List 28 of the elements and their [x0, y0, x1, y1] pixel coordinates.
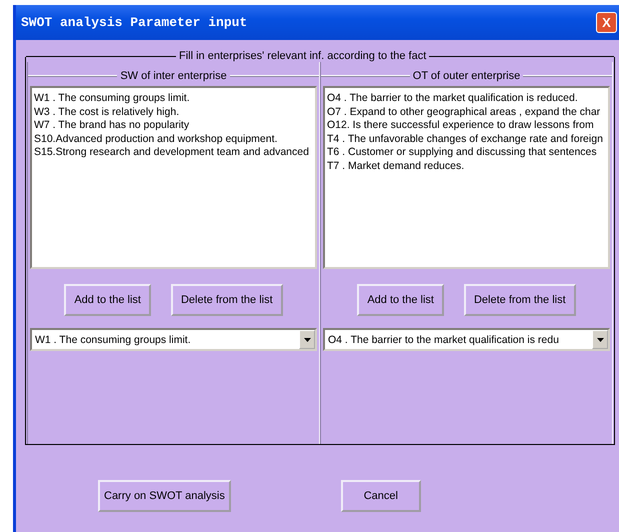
dropdown-arrow-icon[interactable]	[304, 338, 310, 342]
dropdown[interactable]: O4 . The barrier to the market qualification is redu	[323, 328, 610, 351]
close-button[interactable]: X	[596, 12, 617, 33]
list-box[interactable]	[323, 86, 610, 269]
group-title: Fill in enterprises' relevant inf. according to the fact	[179, 50, 426, 62]
list-item[interactable]: T4 . The unfavorable changes of exchange rate and foreign	[327, 132, 603, 146]
dropdown[interactable]: W1 . The consuming groups limit.	[30, 328, 317, 351]
list-button[interactable]: Add to the list	[64, 284, 151, 316]
list-item[interactable]: O7 . Expand to other geographical areas , expand the char	[327, 106, 600, 119]
list-item[interactable]: S15.Strong research and development team and advanced	[34, 146, 309, 160]
panel-title: OT of outer enterprise	[412, 70, 520, 82]
panel-title: SW of inter enterprise	[120, 70, 227, 82]
list-item[interactable]: T6 . Customer or supplying and discussing that sentences	[327, 146, 597, 160]
window-title: SWOT analysis Parameter input	[21, 15, 248, 30]
list-item[interactable]: S10.Advanced production and workshop equipment.	[34, 132, 278, 146]
list-button[interactable]: Delete from the list	[464, 284, 576, 316]
list-item[interactable]: W7 . The brand has no popularity	[34, 119, 190, 132]
list-button[interactable]: Delete from the list	[170, 284, 283, 316]
list-button[interactable]: Add to the list	[357, 284, 444, 316]
list-item[interactable]: W1 . The consuming groups limit.	[34, 92, 190, 106]
cancel-button[interactable]: Cancel	[340, 480, 421, 512]
list-item[interactable]: W3 . The cost is relatively high.	[34, 106, 180, 119]
list-item[interactable]: O12. Is there successful experience to draw lessons from	[327, 119, 594, 132]
list-item[interactable]: T7 . Market demand reduces.	[327, 160, 464, 173]
analyze-button[interactable]: Carry on SWOT analysis	[98, 480, 231, 512]
list-item[interactable]: O4 . The barrier to the market qualification is reduced.	[327, 92, 578, 106]
list-box[interactable]	[30, 86, 317, 269]
dropdown-arrow-icon[interactable]	[596, 338, 604, 342]
